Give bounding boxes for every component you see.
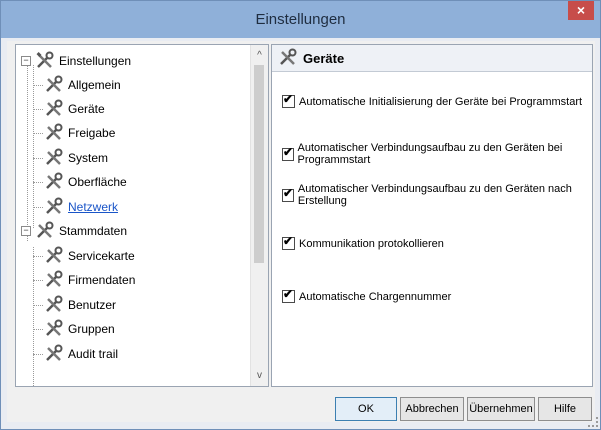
option-auto-connect-start[interactable]: ✔ Automatischer Verbindungsaufbau zu den… <box>282 142 592 166</box>
cancel-button[interactable]: Abbrechen <box>400 397 464 421</box>
tree-item-label: Oberfläche <box>68 175 127 189</box>
tools-icon <box>46 123 63 140</box>
tree-item-label: Audit trail <box>68 347 119 361</box>
tools-icon <box>46 270 63 287</box>
tree-item-label[interactable]: Netzwerk <box>68 200 118 214</box>
check-icon: ✔ <box>283 92 294 106</box>
tree-item-gruppen[interactable]: Gruppen <box>33 317 115 341</box>
tree-item-label: Allgemein <box>68 78 121 92</box>
tree-item-netzwerk[interactable]: Netzwerk <box>33 195 118 219</box>
tree-item-label: Gruppen <box>68 322 115 336</box>
option-label: Automatische Chargennummer <box>299 290 452 303</box>
checkbox[interactable]: ✔ <box>282 92 295 108</box>
tree-item-label: Geräte <box>68 102 105 116</box>
scroll-down-arrow-icon[interactable]: v <box>251 367 268 384</box>
checkbox[interactable]: ✔ <box>282 185 294 202</box>
panel-title: Geräte <box>303 50 345 66</box>
tree-scrollbar[interactable]: ^ v <box>250 45 268 386</box>
checkbox[interactable]: ✔ <box>282 234 295 250</box>
tree-item-firmendaten[interactable]: Firmendaten <box>33 268 136 292</box>
tools-icon <box>280 48 297 65</box>
option-auto-connect-create[interactable]: ✔ Automatischer Verbindungsaufbau zu den… <box>282 183 592 207</box>
tree-item-system[interactable]: System <box>33 146 109 170</box>
tree-item-benutzer[interactable]: Benutzer <box>33 293 117 317</box>
tools-icon <box>46 148 63 165</box>
option-auto-init[interactable]: ✔ Automatische Initialisierung der Gerät… <box>282 92 583 108</box>
check-icon: ✔ <box>283 234 294 248</box>
tree-item-label: Einstellungen <box>59 54 132 68</box>
tree-item-label: Benutzer <box>68 298 117 312</box>
ok-button[interactable]: OK <box>335 397 397 421</box>
tools-icon <box>46 172 63 189</box>
settings-window: Einstellungen × − Einstellungen Allgemei… <box>0 0 601 430</box>
check-icon: ✔ <box>283 287 294 301</box>
tree-item-label: Firmendaten <box>68 273 136 287</box>
window-title: Einstellungen <box>255 11 346 28</box>
collapse-icon[interactable]: − <box>21 56 31 66</box>
tools-icon <box>36 51 54 68</box>
option-label: Automatische Initialisierung der Geräte … <box>299 95 583 108</box>
tree-list: − Einstellungen Allgemein Geräte Freigab… <box>16 45 250 386</box>
option-auto-batch-number[interactable]: ✔ Automatische Chargennummer <box>282 287 452 303</box>
tree-item-einstellungen[interactable]: − Einstellungen <box>21 49 131 73</box>
tree-item-label: Freigabe <box>68 126 116 140</box>
tools-icon <box>46 75 63 92</box>
scroll-up-arrow-icon[interactable]: ^ <box>251 47 268 64</box>
apply-button[interactable]: Übernehmen <box>467 397 535 421</box>
tools-icon <box>46 344 63 361</box>
tree-item-allgemein[interactable]: Allgemein <box>33 73 121 97</box>
option-label: Kommunikation protokollieren <box>299 237 444 250</box>
collapse-icon[interactable]: − <box>21 226 31 236</box>
panel-header: Geräte <box>272 45 592 72</box>
option-log-communication[interactable]: ✔ Kommunikation protokollieren <box>282 234 444 250</box>
tools-icon <box>46 99 63 116</box>
tools-icon <box>46 295 63 312</box>
check-icon: ✔ <box>283 185 294 200</box>
scroll-thumb[interactable] <box>254 65 264 263</box>
resize-grip-icon[interactable] <box>588 417 598 427</box>
checkbox[interactable]: ✔ <box>282 287 295 303</box>
tree-item-label: System <box>68 151 109 165</box>
tools-icon <box>46 197 63 214</box>
tree-item-servicekarte[interactable]: Servicekarte <box>33 244 135 268</box>
tools-icon <box>37 221 54 238</box>
option-label: Automatischer Verbindungsaufbau zu den G… <box>297 142 563 166</box>
close-button[interactable]: × <box>568 1 594 20</box>
tree-item-freigabe[interactable]: Freigabe <box>33 121 116 145</box>
check-icon: ✔ <box>283 144 294 159</box>
tree-item-label: Servicekarte <box>68 249 135 263</box>
title-bar[interactable]: Einstellungen × <box>1 1 600 38</box>
dialog-client: − Einstellungen Allgemein Geräte Freigab… <box>7 41 595 422</box>
option-label: Automatischer Verbindungsaufbau zu den G… <box>297 183 572 207</box>
tree-item-stammdaten[interactable]: − Stammdaten <box>21 219 127 243</box>
checkbox[interactable]: ✔ <box>282 144 294 161</box>
help-button[interactable]: Hilfe <box>538 397 592 421</box>
settings-content-panel: Geräte ✔ Automatische Initialisierung de… <box>271 44 593 387</box>
tree-item-label: Stammdaten <box>59 224 128 238</box>
tools-icon <box>46 319 63 336</box>
settings-tree: − Einstellungen Allgemein Geräte Freigab… <box>15 44 269 387</box>
tree-item-geraete[interactable]: Geräte <box>33 97 105 121</box>
tools-icon <box>46 246 63 263</box>
tree-item-audit-trail[interactable]: Audit trail <box>33 342 119 366</box>
tree-item-oberflaeche[interactable]: Oberfläche <box>33 170 127 194</box>
